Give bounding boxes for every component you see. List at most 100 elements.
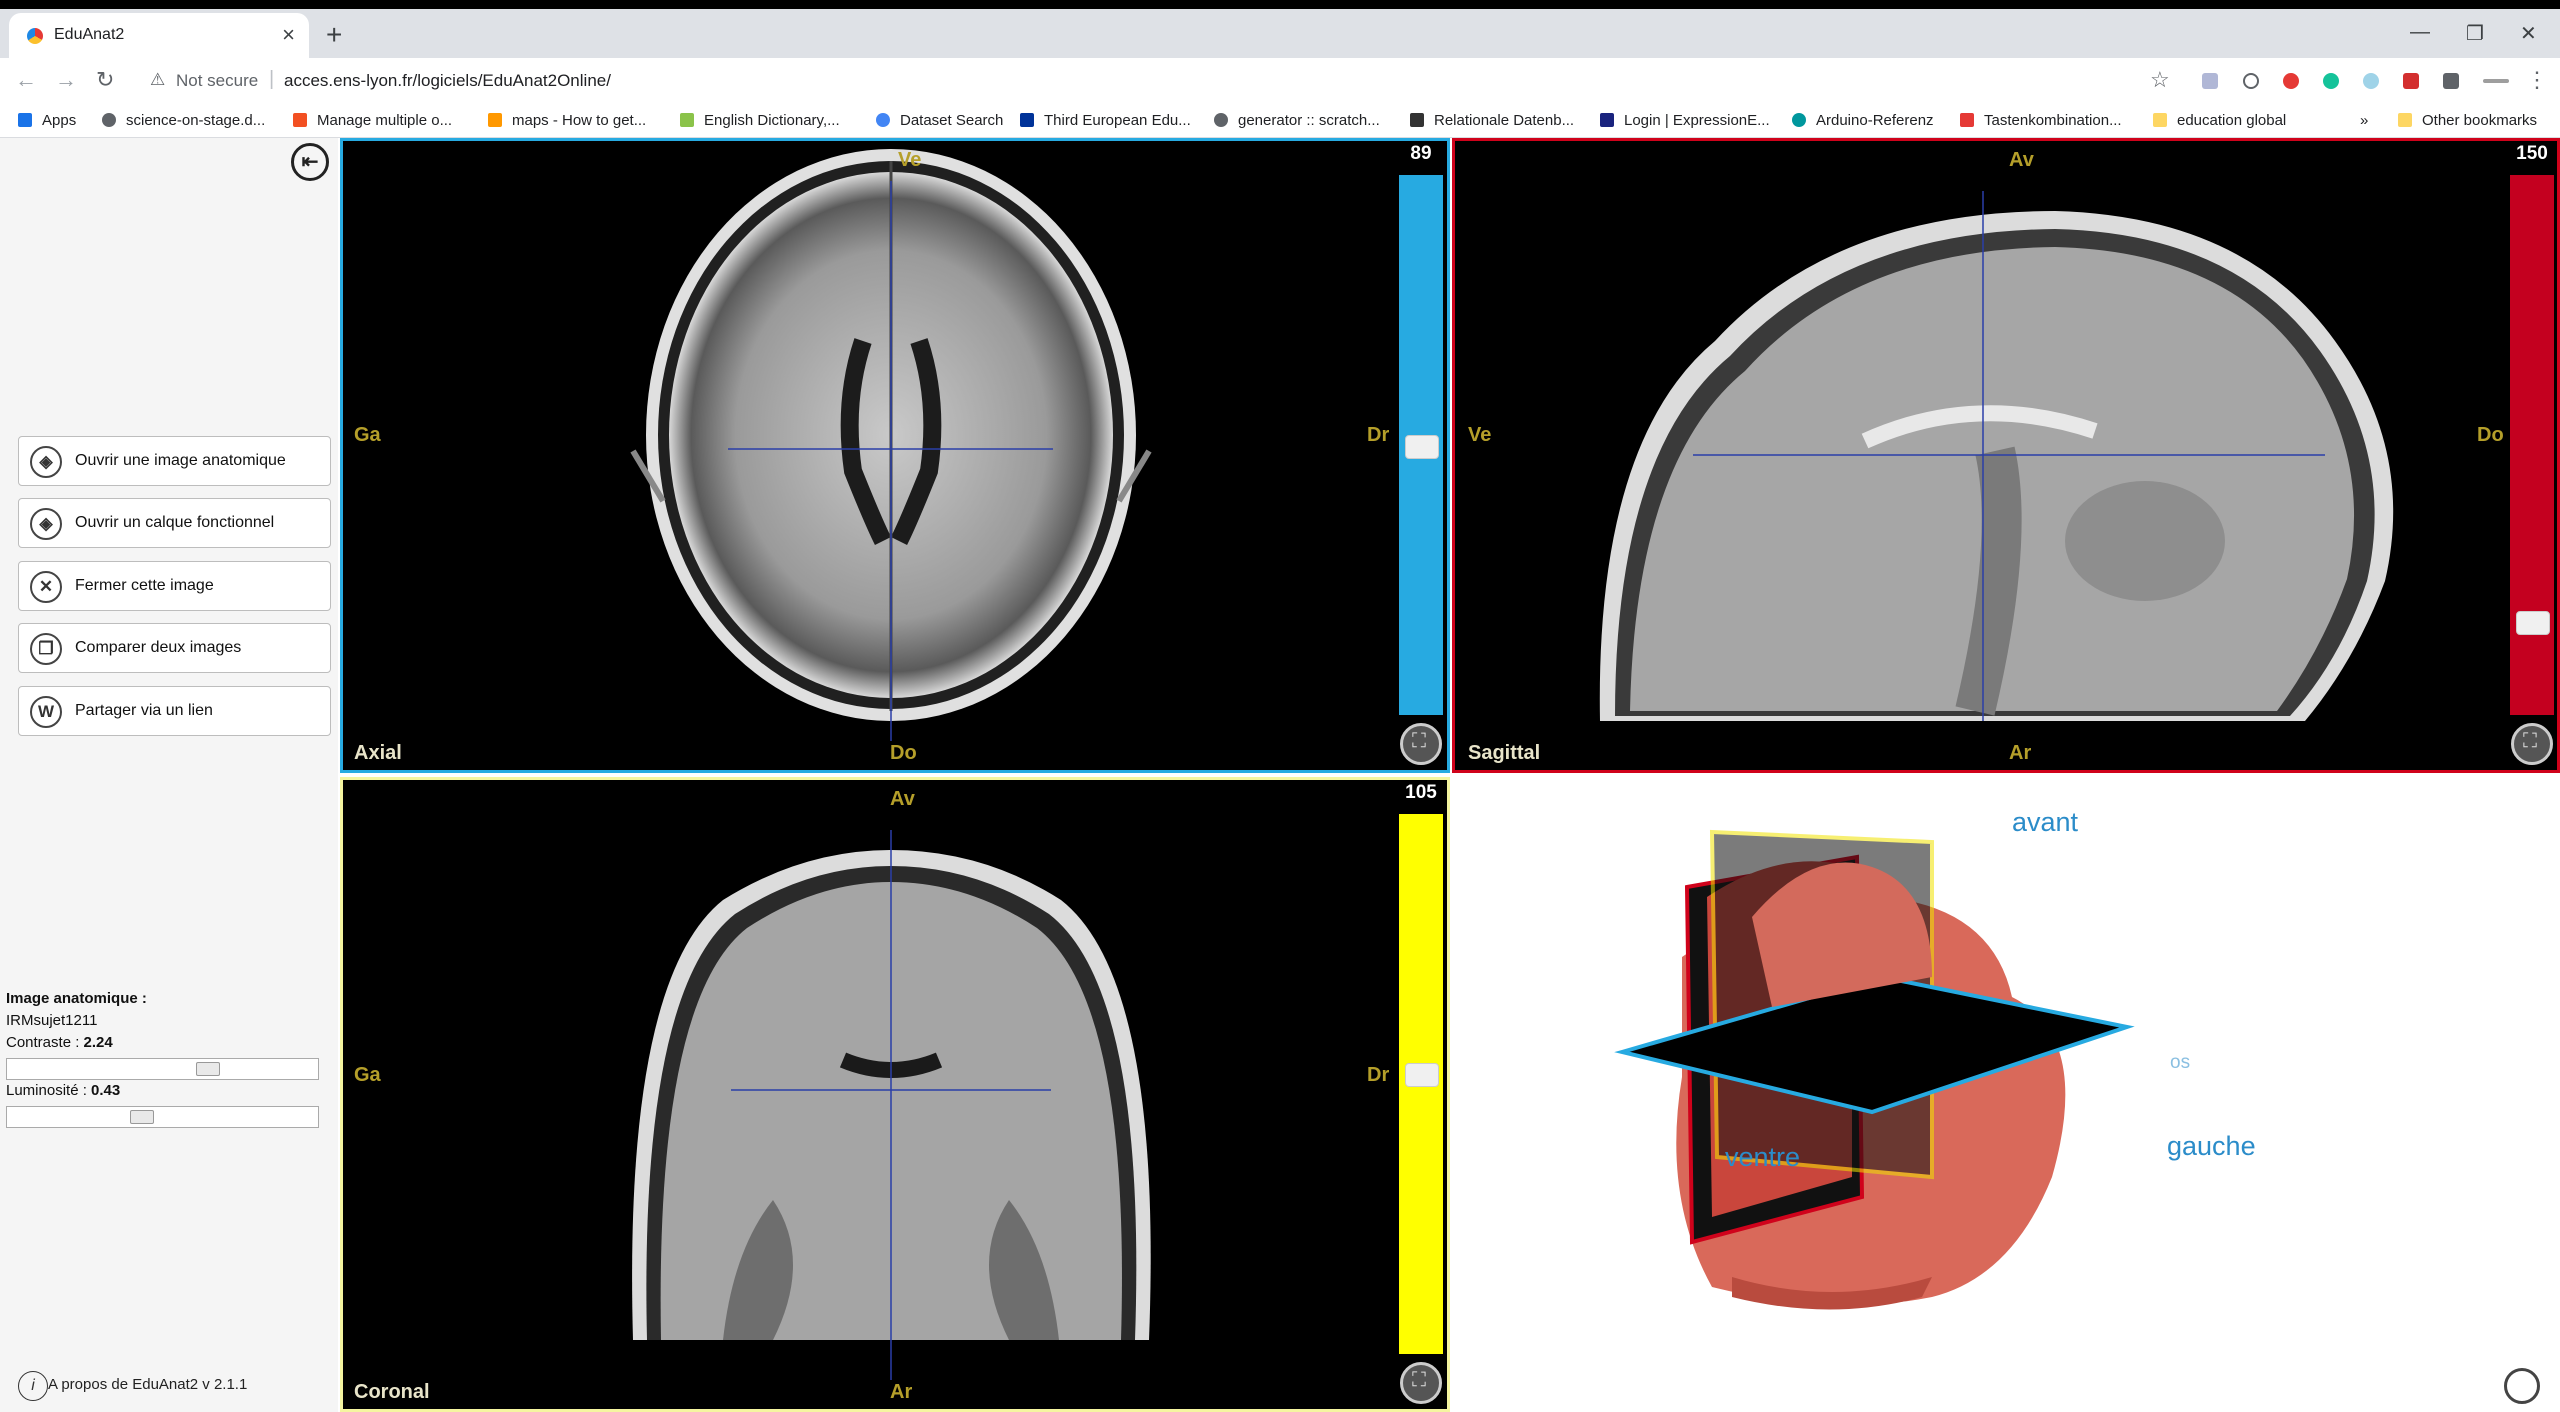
extension-icon[interactable]	[2243, 73, 2259, 89]
bookmark-star-icon[interactable]: ☆	[2150, 67, 2170, 93]
collapse-sidebar-icon[interactable]: ⇤	[291, 143, 329, 181]
bookmarks-overflow-icon[interactable]: »	[2360, 112, 2368, 129]
slice-slider-thumb[interactable]	[1405, 1063, 1439, 1087]
3d-brain-model	[1614, 829, 2135, 1310]
orientation-left: Ve	[1468, 424, 1492, 446]
button-label: Partager via un lien	[75, 702, 213, 719]
view-name: Axial	[354, 742, 402, 764]
browser-tab[interactable]: EduAnat2 ×	[9, 13, 309, 58]
orientation-top: Av	[2009, 149, 2034, 171]
bookmark-item[interactable]: Apps	[18, 112, 76, 129]
image-name: IRMsujet1211	[6, 1012, 98, 1029]
slider-thumb[interactable]	[196, 1062, 220, 1076]
slice-slider-thumb[interactable]	[2516, 611, 2550, 635]
fullscreen-icon[interactable]	[1400, 723, 1442, 765]
brightness-readout: Luminosité : 0.43	[6, 1082, 121, 1099]
window-close-icon[interactable]: ✕	[2520, 21, 2537, 46]
orientation-bottom: Ar	[2009, 742, 2032, 764]
bookmark-item[interactable]: science-on-stage.d...	[102, 112, 265, 129]
axial-view[interactable]: Ve Do Ga Dr Axial 89	[340, 138, 1450, 773]
forward-icon[interactable]: →	[55, 67, 77, 93]
warning-icon: ⚠	[150, 70, 166, 89]
axial-mri-image	[630, 149, 1152, 741]
tab-close-icon[interactable]: ×	[282, 22, 295, 48]
bookmark-icon	[1214, 113, 1228, 127]
view-name: Coronal	[354, 1381, 430, 1403]
new-tab-icon[interactable]: +	[326, 21, 342, 49]
bookmark-icon	[1600, 113, 1614, 127]
open-anatomical-image-button[interactable]: ◈ Ouvrir une image anatomique	[18, 436, 331, 486]
bookmark-item[interactable]: Arduino-Referenz	[1792, 112, 1934, 129]
bookmark-item[interactable]: English Dictionary,...	[680, 112, 840, 129]
bookmark-icon	[1410, 113, 1424, 127]
browser-tab-bar: EduAnat2 × + — ❐ ✕	[0, 9, 2560, 58]
slice-slider-thumb[interactable]	[1405, 435, 1439, 459]
about-link[interactable]: A propos de EduAnat2 v 2.1.1	[48, 1376, 247, 1393]
share-icon: W	[30, 696, 62, 728]
bookmark-item[interactable]: Manage multiple o...	[293, 112, 452, 129]
bookmark-item[interactable]: education global	[2153, 112, 2286, 129]
bookmark-item[interactable]: generator :: scratch...	[1214, 112, 1380, 129]
restore-icon[interactable]: ❐	[2466, 21, 2484, 46]
share-link-button[interactable]: W Partager via un lien	[18, 686, 331, 736]
fullscreen-icon[interactable]	[2511, 723, 2553, 765]
info-icon[interactable]: i	[18, 1371, 48, 1401]
open-functional-layer-button[interactable]: ◈ Ouvrir un calque fonctionnel	[18, 498, 331, 548]
coronal-mri-image	[632, 830, 1151, 1409]
bookmark-icon	[488, 113, 502, 127]
puzzle-icon[interactable]	[2443, 73, 2459, 89]
sagittal-view[interactable]: Av Ar Ve Do Sagittal 150	[1452, 138, 2560, 773]
view-name: Sagittal	[1468, 742, 1541, 764]
reload-icon[interactable]: ↻	[96, 67, 114, 93]
orientation-right: Do	[2477, 424, 2504, 446]
bookmark-icon	[102, 113, 116, 127]
close-image-button[interactable]: ✕ Fermer cette image	[18, 561, 331, 611]
coronal-slice-bar: 105	[1399, 780, 1443, 1409]
url-text: acces.ens-lyon.fr/logiciels/EduAnat2Onli…	[284, 71, 611, 90]
bookmark-icon	[18, 113, 32, 127]
fullscreen-icon[interactable]	[1400, 1362, 1442, 1404]
eduanat-app: ⇤ ◈ Ouvrir une image anatomique ◈ Ouvrir…	[0, 138, 2560, 1412]
bookmark-item[interactable]: Third European Edu...	[1020, 112, 1191, 129]
bookmark-item[interactable]: Tastenkombination...	[1960, 112, 2122, 129]
reset-view-icon[interactable]	[2504, 1368, 2540, 1404]
minimize-icon[interactable]: —	[2410, 21, 2430, 44]
extension-icon[interactable]	[2283, 73, 2299, 89]
axial-slice-bar: 89	[1399, 141, 1443, 770]
contrast-slider[interactable]	[6, 1058, 319, 1080]
bookmark-item[interactable]: Dataset Search	[876, 112, 1003, 129]
menu-kebab-icon[interactable]: ⋮	[2526, 67, 2548, 93]
bookmark-icon	[1020, 113, 1034, 127]
other-bookmarks[interactable]: Other bookmarks	[2398, 112, 2537, 129]
extension-icon[interactable]	[2403, 73, 2419, 89]
url-field[interactable]: ⚠ Not secure | acces.ens-lyon.fr/logicie…	[138, 63, 2178, 99]
back-icon[interactable]: ←	[15, 67, 37, 93]
bookmark-icon	[1792, 113, 1806, 127]
folder-icon	[2153, 113, 2167, 127]
tab-favicon-icon	[27, 28, 43, 44]
slider-thumb[interactable]	[130, 1110, 154, 1124]
layers-icon: ◈	[30, 508, 62, 540]
orientation-bottom: Ar	[890, 1381, 913, 1403]
3d-view[interactable]: avant ventre gauche os	[1452, 777, 2560, 1412]
bookmark-item[interactable]: Relationale Datenb...	[1410, 112, 1574, 129]
orientation-bottom: Do	[890, 742, 917, 764]
coronal-view[interactable]: Av Ar Ga Dr Coronal 105	[340, 777, 1450, 1412]
compare-images-button[interactable]: ❐ Comparer deux images	[18, 623, 331, 673]
bookmark-item[interactable]: Login | ExpressionE...	[1600, 112, 1770, 129]
extension-icon[interactable]	[2323, 73, 2339, 89]
extension-icon[interactable]	[2483, 79, 2509, 83]
extension-icon[interactable]	[2363, 73, 2379, 89]
extension-icon[interactable]	[2202, 73, 2218, 89]
slice-number: 89	[1399, 141, 1443, 167]
bookmark-item[interactable]: maps - How to get...	[488, 112, 646, 129]
folder-icon	[2398, 113, 2412, 127]
direction-label-ventre: ventre	[1725, 1142, 1801, 1172]
button-label: Ouvrir un calque fonctionnel	[75, 514, 275, 531]
orientation-left: Ga	[354, 424, 381, 446]
brightness-slider[interactable]	[6, 1106, 319, 1128]
layers-icon: ◈	[30, 446, 62, 478]
button-label: Comparer deux images	[75, 639, 242, 656]
sagittal-mri-image	[1599, 191, 2394, 721]
bookmark-icon	[876, 113, 890, 127]
